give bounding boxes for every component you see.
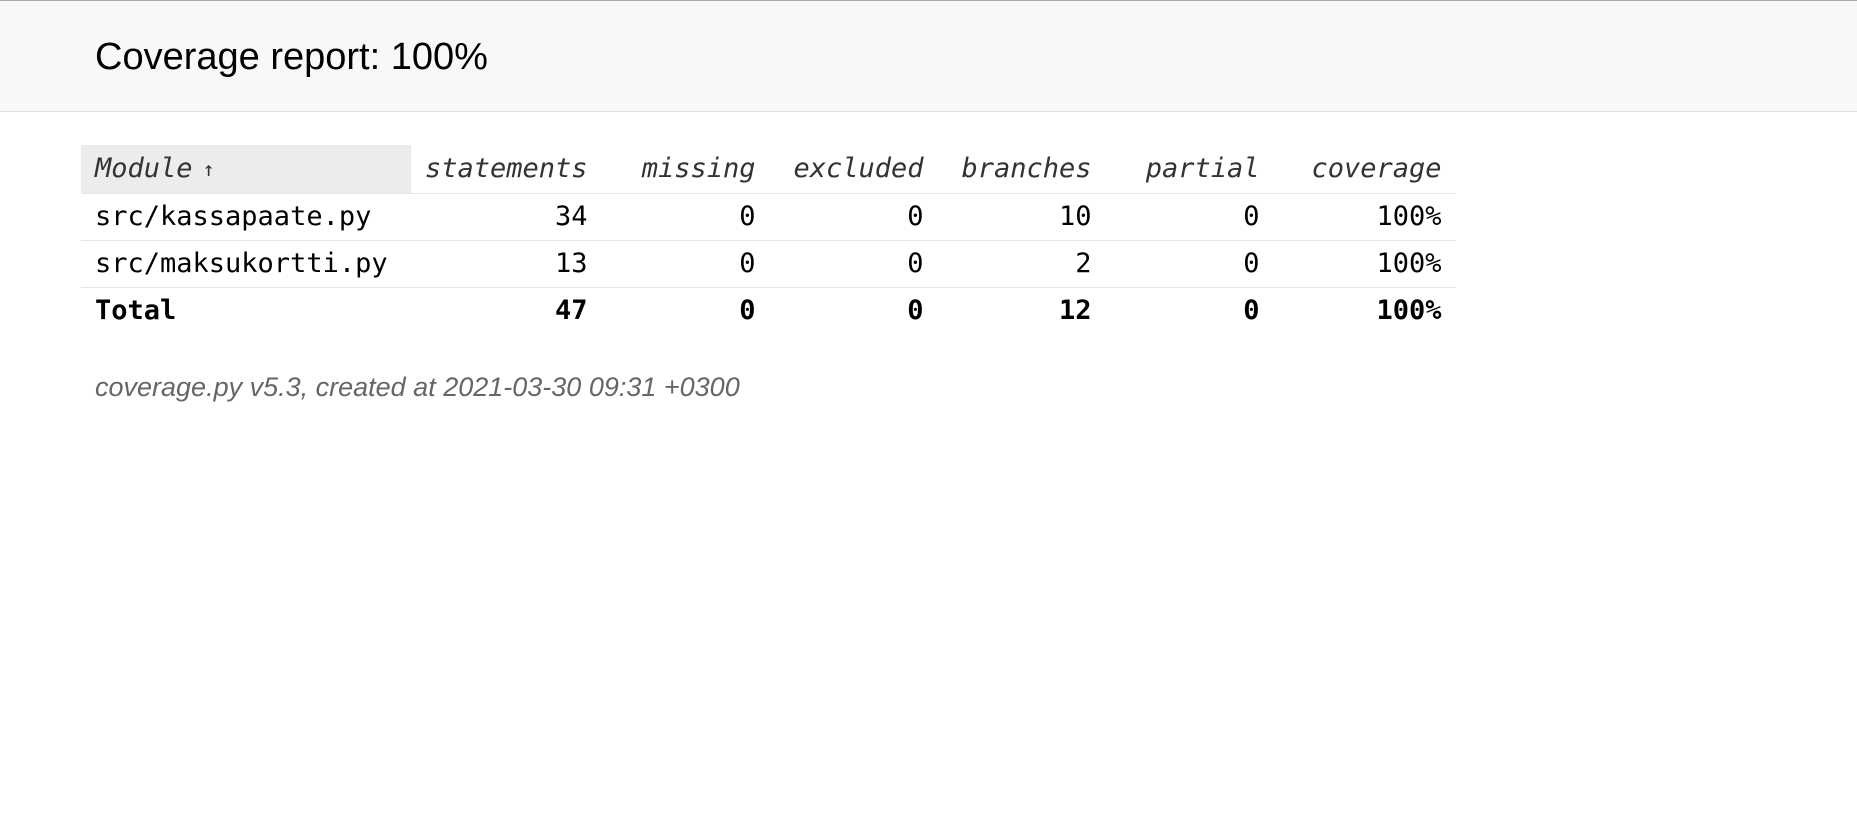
page-title: Coverage report: 100% [95, 36, 488, 78]
statements-cell: 34 [411, 193, 602, 241]
column-header-module-label: Module [95, 153, 193, 185]
missing-cell: 0 [601, 240, 770, 288]
branches-cell: 2 [937, 240, 1106, 288]
total-excluded: 0 [907, 295, 924, 327]
column-header-partial[interactable]: partial [1105, 145, 1274, 194]
coverage-cell: 100% [1273, 193, 1456, 241]
table-header-row: Module ↑ statements missing excluded bran… [81, 145, 1456, 194]
sort-ascending-icon: ↑ [202, 157, 215, 182]
excluded-cell: 0 [769, 240, 938, 288]
column-header-module[interactable]: Module ↑ [81, 145, 411, 194]
column-header-branches[interactable]: branches [937, 145, 1106, 194]
column-header-missing[interactable]: missing [601, 145, 770, 194]
branches-cell: 10 [937, 193, 1106, 241]
missing-cell: 0 [601, 193, 770, 241]
table-row: src/maksukortti.py 13 0 0 2 0 100% [81, 240, 1456, 288]
page-header: Coverage report: 100% [0, 0, 1857, 112]
column-header-excluded[interactable]: excluded [769, 145, 938, 194]
total-row: Total 47 0 0 12 0 100% [81, 287, 1456, 334]
partial-cell: 0 [1105, 240, 1274, 288]
column-header-statements[interactable]: statements [411, 145, 602, 194]
partial-cell: 0 [1105, 193, 1274, 241]
total-label: Total [95, 295, 177, 327]
total-partial: 0 [1243, 295, 1260, 327]
coverage-index: Module ↑ statements missing excluded bran… [81, 145, 1456, 334]
footer-text: coverage.py v5.3, created at 2021-03-30 … [95, 372, 740, 402]
page-footer: coverage.py v5.3, created at 2021-03-30 … [95, 372, 740, 403]
total-coverage: 100% [1376, 295, 1442, 327]
coverage-table: Module ↑ statements missing excluded bran… [81, 145, 1456, 334]
statements-cell: 13 [411, 240, 602, 288]
total-missing: 0 [739, 295, 756, 327]
table-row: src/kassapaate.py 34 0 0 10 0 100% [81, 193, 1456, 241]
excluded-cell: 0 [769, 193, 938, 241]
module-link[interactable]: src/kassapaate.py [81, 193, 411, 241]
coverage-cell: 100% [1273, 240, 1456, 288]
total-statements: 47 [555, 295, 588, 327]
module-link[interactable]: src/maksukortti.py [81, 240, 411, 288]
total-branches: 12 [1059, 295, 1092, 327]
column-header-coverage[interactable]: coverage [1273, 145, 1456, 194]
